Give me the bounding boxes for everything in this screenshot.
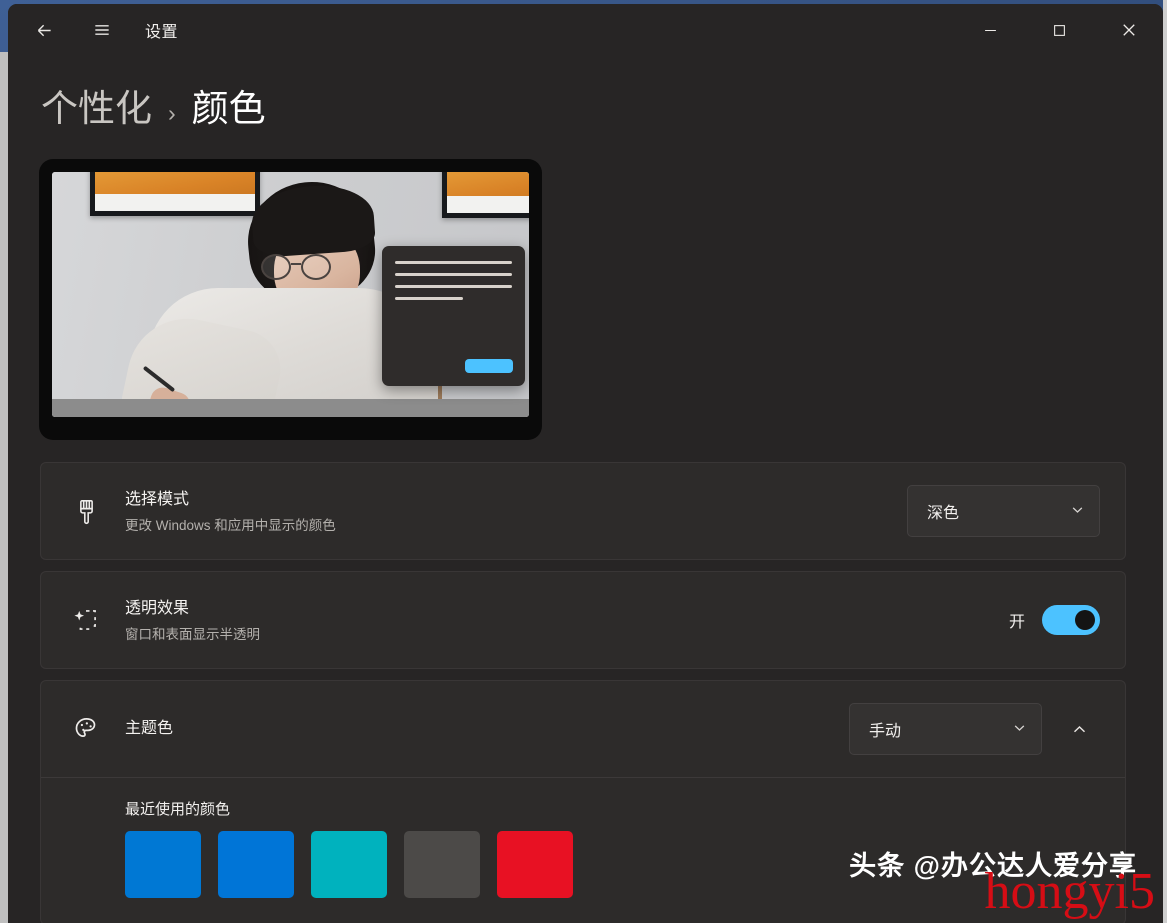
toggle-state-label: 开 [1008, 614, 1025, 631]
hamburger-menu-button[interactable] [81, 13, 123, 47]
setting-card-accent-color: 主题色 手动 最近使用的颜色 [40, 680, 1126, 923]
mock-line [395, 285, 512, 288]
recent-colors-swatches [125, 831, 1100, 898]
mock-line [395, 261, 512, 264]
setting-title: 主题色 [125, 720, 174, 738]
title-bar: 设置 [8, 4, 1163, 56]
hamburger-menu-icon [95, 25, 109, 35]
color-swatch-teal[interactable] [311, 831, 387, 898]
setting-row-transparency[interactable]: 透明效果 窗口和表面显示半透明 开 [41, 572, 1125, 668]
arrow-left-icon [37, 24, 51, 36]
close-icon [1122, 24, 1135, 36]
setting-card-transparency: 透明效果 窗口和表面显示半透明 开 [40, 571, 1126, 669]
accent-color-expander-button[interactable] [1058, 708, 1100, 750]
toggle-knob [1075, 610, 1095, 630]
mock-line [395, 273, 512, 276]
palette-icon [63, 715, 109, 744]
mock-accent-button [465, 359, 513, 373]
mock-line [395, 297, 463, 300]
page-title: 颜色 [191, 88, 266, 129]
breadcrumb: 个性化 › 颜色 [8, 56, 1163, 132]
setting-text-accent-color: 主题色 [125, 717, 849, 740]
color-swatch-gray[interactable] [404, 831, 480, 898]
mode-dropdown[interactable]: 深色 [907, 485, 1100, 537]
minimize-icon [985, 29, 996, 31]
maximize-icon [1054, 24, 1065, 36]
setting-card-choose-mode: 选择模式 更改 Windows 和应用中显示的颜色 深色 [40, 462, 1126, 560]
setting-row-choose-mode[interactable]: 选择模式 更改 Windows 和应用中显示的颜色 深色 [41, 463, 1125, 559]
settings-window: 设置 个性化 › 颜色 选择模式 更改 Windows 和应用中显示的颜色 深色… [8, 4, 1163, 923]
setting-text-choose-mode: 选择模式 更改 Windows 和应用中显示的颜色 [125, 488, 907, 534]
color-swatch-red[interactable] [497, 831, 573, 898]
transparency-toggle-group: 开 [1009, 605, 1100, 635]
recent-colors-section: 最近使用的颜色 [41, 778, 1125, 923]
setting-subtitle: 窗口和表面显示半透明 [125, 627, 260, 643]
color-swatch-blue-1[interactable] [125, 831, 201, 898]
setting-text-transparency: 透明效果 窗口和表面显示半透明 [125, 597, 1009, 643]
sparkle-icon [63, 606, 109, 634]
color-swatch-blue-2[interactable] [218, 831, 294, 898]
color-preview [39, 159, 542, 440]
preview-picture-frame [90, 172, 260, 216]
breadcrumb-parent[interactable]: 个性化 [41, 78, 152, 132]
preview-glasses-icon [261, 254, 339, 280]
chevron-up-icon [1073, 725, 1085, 732]
recent-colors-label: 最近使用的颜色 [125, 801, 231, 818]
chevron-down-icon [1071, 503, 1084, 519]
preview-mock-window [382, 246, 525, 386]
window-controls [956, 4, 1163, 56]
setting-row-accent-color[interactable]: 主题色 手动 [41, 681, 1125, 777]
preview-screen [52, 172, 529, 417]
desktop-right-strip [1163, 0, 1167, 923]
back-button[interactable] [23, 13, 65, 47]
settings-content: 个性化 › 颜色 选择模式 更改 Windows 和应用中显示的颜色 深色 透明… [8, 56, 1163, 923]
minimize-button[interactable] [956, 4, 1025, 56]
transparency-toggle[interactable] [1042, 605, 1100, 635]
accent-mode-dropdown[interactable]: 手动 [849, 703, 1042, 755]
close-button[interactable] [1094, 4, 1163, 56]
accent-mode-value: 手动 [869, 723, 902, 740]
maximize-button[interactable] [1025, 4, 1094, 56]
setting-subtitle: 更改 Windows 和应用中显示的颜色 [125, 518, 336, 534]
chevron-down-icon [1013, 721, 1026, 737]
settings-cards: 选择模式 更改 Windows 和应用中显示的颜色 深色 透明效果 窗口和表面显… [40, 462, 1126, 923]
setting-title: 选择模式 [125, 490, 190, 508]
breadcrumb-separator-icon: › [168, 100, 176, 126]
preview-desk [52, 399, 529, 417]
paintbrush-icon [63, 498, 109, 525]
mode-dropdown-value: 深色 [927, 505, 960, 522]
setting-title: 透明效果 [125, 599, 190, 617]
app-title: 设置 [145, 24, 179, 41]
preview-picture-frame [442, 172, 529, 218]
